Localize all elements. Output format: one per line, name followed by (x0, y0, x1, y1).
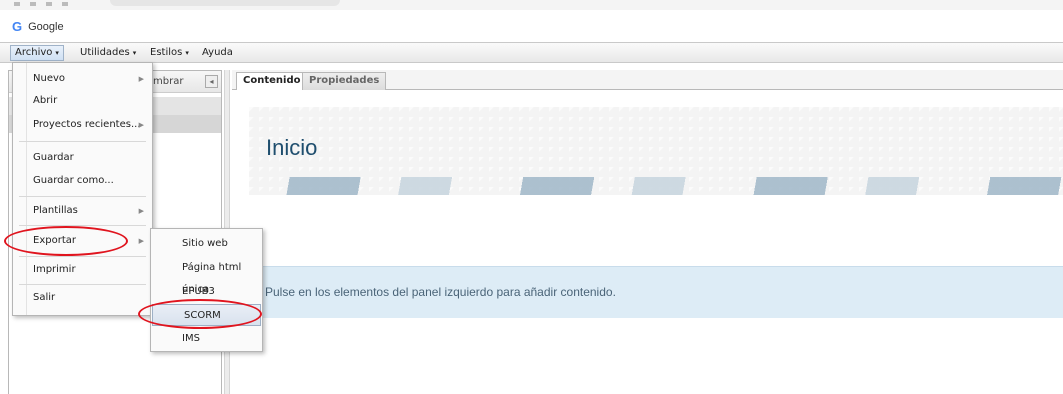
submenu-arrow-icon: ▶ (138, 207, 144, 215)
page-header-banner: Inicio (249, 107, 1063, 195)
menu-estilos[interactable]: Estilos ▾ (146, 45, 193, 61)
address-bar[interactable] (110, 0, 340, 6)
bookmark-label: Google (28, 20, 64, 33)
bookmark-google[interactable]: G Google (12, 19, 64, 34)
exportar-submenu: Sitio web Página html única EPUB3 SCORM … (150, 228, 263, 352)
menu-ayuda[interactable]: Ayuda (198, 45, 237, 61)
tab-propiedades[interactable]: Propiedades (302, 72, 387, 90)
tab-contenido[interactable]: Contenido (236, 72, 308, 91)
submenu-arrow-icon: ▶ (138, 75, 144, 83)
menu-separator (19, 141, 146, 142)
menu-item-abrir[interactable]: Abrir (13, 90, 152, 112)
archivo-dropdown: Nuevo ▶ Abrir Proyectos recientes... ▶ Gua… (12, 62, 153, 316)
submenu-item-sitio-web[interactable]: Sitio web (151, 233, 262, 255)
menu-separator (19, 284, 146, 285)
chevron-down-icon: ▾ (132, 49, 137, 57)
browser-nav-buttons[interactable] (14, 2, 74, 6)
submenu-arrow-icon: ▶ (138, 121, 144, 129)
menu-separator (19, 196, 146, 197)
collapse-panel-icon[interactable]: ◂ (205, 75, 218, 88)
browser-toolbar (0, 0, 1063, 10)
info-text: Pulse en los elementos del panel izquier… (265, 285, 616, 299)
menu-item-imprimir[interactable]: Imprimir (13, 259, 152, 281)
menu-item-proyectos-recientes[interactable]: Proyectos recientes... ▶ (13, 114, 152, 136)
submenu-item-ims[interactable]: IMS (151, 328, 262, 350)
chevron-down-icon: ▾ (55, 49, 59, 57)
menu-item-guardar-como[interactable]: Guardar como... (13, 170, 152, 192)
menu-item-plantillas[interactable]: Plantillas ▶ (13, 200, 152, 222)
menu-separator (19, 256, 146, 257)
annotation-circle-exportar (4, 226, 128, 256)
banner-decoration (249, 177, 1063, 195)
submenu-arrow-icon: ▶ (138, 237, 144, 245)
menu-item-salir[interactable]: Salir (13, 287, 152, 309)
google-g-icon: G (12, 19, 23, 34)
rename-button[interactable]: mbrar (153, 76, 183, 87)
content-area: Inicio Pulse en los elementos del panel … (232, 90, 1063, 394)
page-title: Inicio (266, 135, 318, 160)
content-tabs: Contenido Propiedades (232, 70, 1063, 91)
submenu-item-pagina-html-unica[interactable]: Página html única (151, 257, 262, 295)
info-message: Pulse en los elementos del panel izquier… (249, 266, 1063, 318)
chevron-down-icon: ▾ (185, 49, 189, 57)
menu-utilidades[interactable]: Utilidades ▾ (76, 45, 140, 61)
menu-archivo[interactable]: Archivo ▾ (10, 45, 64, 61)
menu-item-nuevo[interactable]: Nuevo ▶ (13, 68, 152, 90)
menubar: Archivo ▾ Utilidades ▾ Estilos ▾ Ayuda (0, 42, 1063, 63)
bookmark-bar: G Google (0, 10, 1063, 42)
menu-item-guardar[interactable]: Guardar (13, 147, 152, 169)
annotation-circle-scorm (138, 299, 262, 329)
